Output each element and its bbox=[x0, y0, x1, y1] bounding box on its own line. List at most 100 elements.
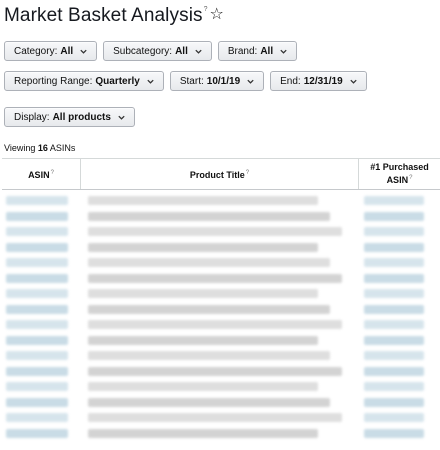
column-header-product-title[interactable]: Product Title? bbox=[81, 159, 358, 189]
asin-cell-obscured[interactable] bbox=[6, 211, 68, 221]
asin-cell-obscured[interactable] bbox=[6, 382, 68, 391]
brand-dropdown[interactable]: Brand: All bbox=[217, 41, 298, 61]
purchased-asin-cell-obscured[interactable] bbox=[364, 273, 424, 283]
result-count-prefix: Viewing bbox=[4, 143, 36, 153]
result-count-number: 16 bbox=[37, 143, 48, 153]
table-row[interactable] bbox=[2, 302, 440, 317]
start-date-dropdown[interactable]: Start: 10/1/19 bbox=[169, 71, 265, 91]
end-label: End: bbox=[280, 75, 301, 87]
column-header-label-line2: ASIN bbox=[386, 175, 409, 185]
category-dropdown[interactable]: Category: All bbox=[4, 41, 98, 61]
start-label: Start: bbox=[179, 75, 204, 87]
chevron-down-icon bbox=[79, 47, 88, 56]
table-row[interactable] bbox=[2, 240, 440, 255]
table-row[interactable] bbox=[2, 193, 440, 208]
product-title-cell-obscured[interactable] bbox=[88, 227, 342, 236]
asin-cell-obscured[interactable] bbox=[6, 273, 68, 283]
product-title-cell-obscured[interactable] bbox=[88, 397, 330, 407]
asin-cell-obscured[interactable] bbox=[6, 413, 68, 422]
table-row[interactable] bbox=[2, 271, 440, 286]
purchased-asin-cell-obscured[interactable] bbox=[364, 227, 424, 236]
result-count-suffix: ASINs bbox=[49, 143, 76, 153]
chevron-down-icon bbox=[194, 47, 203, 56]
product-title-cell-obscured[interactable] bbox=[88, 320, 342, 329]
purchased-asin-cell-obscured[interactable] bbox=[364, 196, 424, 205]
info-icon[interactable]: ? bbox=[409, 175, 412, 181]
purchased-asin-cell-obscured[interactable] bbox=[364, 366, 424, 376]
product-title-cell-obscured[interactable] bbox=[88, 242, 318, 252]
product-title-cell-obscured[interactable] bbox=[88, 289, 318, 298]
product-title-cell-obscured[interactable] bbox=[88, 258, 330, 267]
purchased-asin-cell-obscured[interactable] bbox=[364, 382, 424, 391]
filter-row-2: Reporting Range: Quarterly Start: 10/1/1… bbox=[4, 71, 367, 91]
purchased-asin-cell-obscured[interactable] bbox=[364, 258, 424, 267]
purchased-asin-cell-obscured[interactable] bbox=[364, 289, 424, 298]
asin-cell-obscured[interactable] bbox=[6, 428, 68, 438]
column-header-asin[interactable]: ASIN? bbox=[2, 159, 80, 189]
product-title-cell-obscured[interactable] bbox=[88, 351, 330, 360]
asin-cell-obscured[interactable] bbox=[6, 304, 68, 314]
favorite-star-icon[interactable]: ☆ bbox=[210, 4, 224, 26]
brand-value: All bbox=[260, 45, 274, 57]
display-dropdown[interactable]: Display: All products bbox=[4, 107, 135, 127]
asin-cell-obscured[interactable] bbox=[6, 258, 68, 267]
column-header-label: ASIN bbox=[28, 169, 50, 180]
reporting-range-dropdown[interactable]: Reporting Range: Quarterly bbox=[4, 71, 164, 91]
asin-cell-obscured[interactable] bbox=[6, 289, 68, 298]
column-header-purchased-asin[interactable]: #1 Purchased ASIN? bbox=[359, 159, 440, 189]
table-row[interactable] bbox=[2, 364, 440, 379]
table-row[interactable] bbox=[2, 333, 440, 348]
product-title-cell-obscured[interactable] bbox=[88, 335, 318, 345]
product-title-cell-obscured[interactable] bbox=[88, 304, 330, 314]
subcategory-dropdown[interactable]: Subcategory: All bbox=[103, 41, 212, 61]
table-row[interactable] bbox=[2, 395, 440, 410]
asin-cell-obscured[interactable] bbox=[6, 242, 68, 252]
table-row[interactable] bbox=[2, 426, 440, 441]
category-value: All bbox=[60, 45, 74, 57]
purchased-asin-cell-obscured[interactable] bbox=[364, 428, 424, 438]
chevron-down-icon bbox=[349, 77, 358, 86]
product-title-cell-obscured[interactable] bbox=[88, 211, 330, 221]
table-row[interactable] bbox=[2, 224, 440, 239]
start-value: 10/1/19 bbox=[206, 75, 241, 87]
result-count: Viewing 16 ASINs bbox=[4, 143, 75, 153]
purchased-asin-cell-obscured[interactable] bbox=[364, 320, 424, 329]
product-title-cell-obscured[interactable] bbox=[88, 366, 342, 376]
reporting-range-value: Quarterly bbox=[95, 75, 140, 87]
asin-cell-obscured[interactable] bbox=[6, 196, 68, 205]
purchased-asin-cell-obscured[interactable] bbox=[364, 397, 424, 407]
purchased-asin-cell-obscured[interactable] bbox=[364, 211, 424, 221]
product-title-cell-obscured[interactable] bbox=[88, 413, 342, 422]
asin-cell-obscured[interactable] bbox=[6, 351, 68, 360]
purchased-asin-cell-obscured[interactable] bbox=[364, 242, 424, 252]
purchased-asin-cell-obscured[interactable] bbox=[364, 335, 424, 345]
info-icon[interactable]: ? bbox=[51, 170, 54, 176]
page-header: Market Basket Analysis ? ☆ bbox=[4, 4, 224, 28]
chevron-down-icon bbox=[146, 77, 155, 86]
asin-cell-obscured[interactable] bbox=[6, 320, 68, 329]
asin-cell-obscured[interactable] bbox=[6, 227, 68, 236]
purchased-asin-cell-obscured[interactable] bbox=[364, 304, 424, 314]
end-date-dropdown[interactable]: End: 12/31/19 bbox=[270, 71, 367, 91]
table-row[interactable] bbox=[2, 348, 440, 363]
table-row[interactable] bbox=[2, 379, 440, 394]
table-row[interactable] bbox=[2, 286, 440, 301]
table-row[interactable] bbox=[2, 410, 440, 425]
product-title-cell-obscured[interactable] bbox=[88, 273, 342, 283]
info-icon[interactable]: ? bbox=[246, 170, 249, 176]
asin-cell-obscured[interactable] bbox=[6, 366, 68, 376]
table-row[interactable] bbox=[2, 209, 440, 224]
table-row[interactable] bbox=[2, 255, 440, 270]
product-title-cell-obscured[interactable] bbox=[88, 382, 318, 391]
purchased-asin-cell-obscured[interactable] bbox=[364, 351, 424, 360]
product-title-cell-obscured[interactable] bbox=[88, 428, 318, 438]
purchased-asin-cell-obscured[interactable] bbox=[364, 413, 424, 422]
product-title-cell-obscured[interactable] bbox=[88, 196, 318, 205]
chevron-down-icon bbox=[279, 47, 288, 56]
table-row[interactable] bbox=[2, 317, 440, 332]
display-value: All products bbox=[52, 111, 111, 123]
table-header: ASIN? Product Title? #1 Purchased ASIN? bbox=[2, 158, 440, 190]
title-info-icon[interactable]: ? bbox=[204, 6, 208, 13]
asin-cell-obscured[interactable] bbox=[6, 335, 68, 345]
asin-cell-obscured[interactable] bbox=[6, 397, 68, 407]
